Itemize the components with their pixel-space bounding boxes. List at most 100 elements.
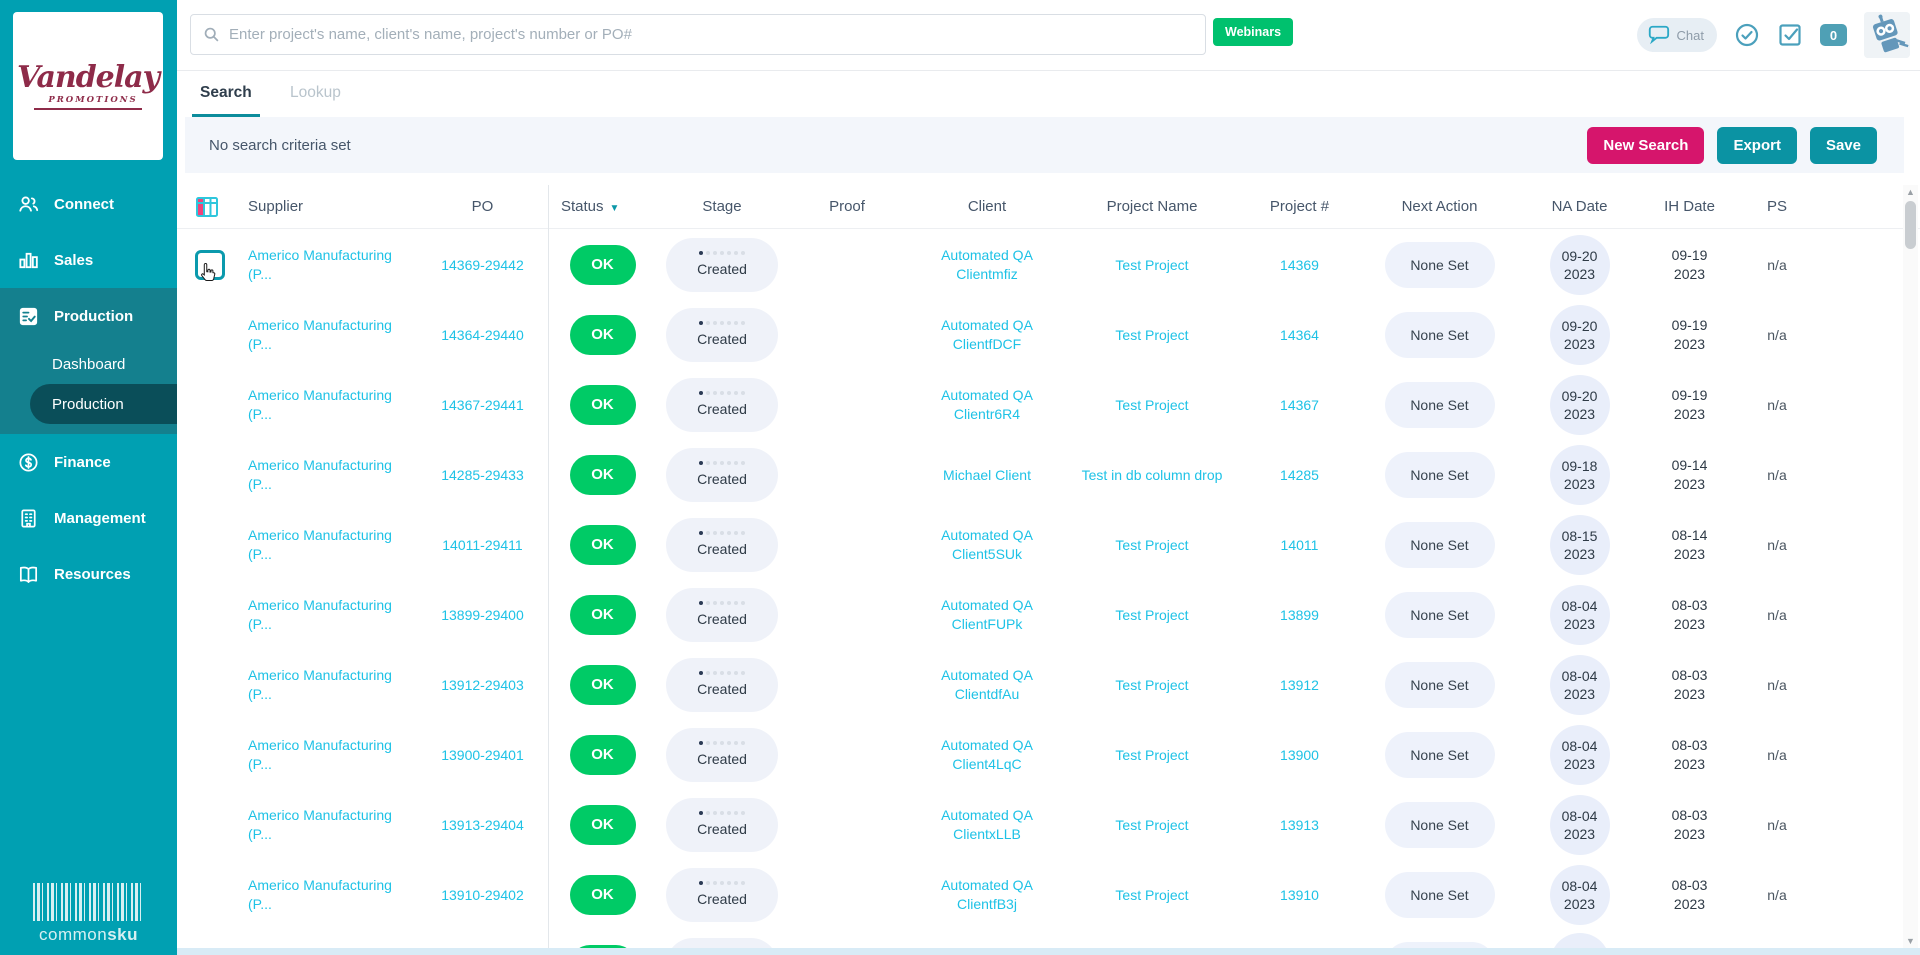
project-number-link[interactable]: 14367 [1280, 396, 1319, 415]
po-link[interactable]: 13899-29400 [441, 606, 524, 625]
client-link[interactable]: Automated QA ClientfB3j [912, 876, 1062, 914]
scroll-up-icon[interactable]: ▲ [1903, 187, 1918, 197]
table-row[interactable]: Americo Manufacturing (P... 13899-29400 … [177, 580, 1920, 650]
status-pill[interactable]: OK [570, 875, 636, 915]
sidebar-item-connect[interactable]: Connect [0, 176, 177, 232]
status-pill[interactable]: OK [570, 245, 636, 285]
header-proof[interactable]: Proof [787, 198, 907, 215]
project-number-link[interactable]: 13913 [1280, 816, 1319, 835]
header-next-action[interactable]: Next Action [1362, 198, 1517, 215]
column-picker[interactable] [177, 195, 242, 219]
po-link[interactable]: 14364-29440 [441, 326, 524, 345]
table-row[interactable]: Americo Manufacturing (P... OK Created A… [177, 930, 1920, 948]
project-number-link[interactable]: 13899 [1280, 606, 1319, 625]
task-check-icon[interactable] [1777, 22, 1803, 48]
project-name-link[interactable]: Test Project [1115, 606, 1188, 625]
next-action-pill[interactable]: None Set [1385, 242, 1495, 288]
new-search-button[interactable]: New Search [1587, 127, 1704, 164]
client-link[interactable]: Automated QA ClientxLLB [912, 806, 1062, 844]
project-name-link[interactable]: Test Project [1115, 746, 1188, 765]
project-name-link[interactable]: Test in db column drop [1082, 466, 1223, 485]
po-link[interactable]: 14367-29441 [441, 396, 524, 415]
supplier-link[interactable]: Americo Manufacturing (P... [248, 526, 408, 564]
scroll-down-icon[interactable]: ▼ [1903, 936, 1918, 946]
status-pill[interactable]: OK [570, 525, 636, 565]
stage-pill[interactable]: Created [666, 798, 778, 852]
header-stage[interactable]: Stage [657, 198, 787, 215]
webinars-button[interactable]: Webinars [1213, 18, 1293, 46]
stage-pill[interactable]: Created [666, 448, 778, 502]
next-action-pill[interactable]: None Set [1385, 592, 1495, 638]
project-name-link[interactable]: Test Project [1115, 816, 1188, 835]
supplier-link[interactable]: Americo Manufacturing (P... [248, 666, 408, 704]
header-ih-date[interactable]: IH Date [1642, 198, 1737, 215]
project-name-link[interactable]: Test Project [1115, 886, 1188, 905]
status-pill[interactable]: OK [570, 805, 636, 845]
stage-pill[interactable]: Created [666, 658, 778, 712]
status-pill[interactable]: OK [570, 385, 636, 425]
supplier-link[interactable]: Americo Manufacturing (P... [248, 246, 408, 284]
next-action-pill[interactable]: None Set [1385, 522, 1495, 568]
project-number-link[interactable]: 14369 [1280, 256, 1319, 275]
po-link[interactable]: 13913-29404 [441, 816, 524, 835]
supplier-link[interactable]: Americo Manufacturing (P... [248, 806, 408, 844]
next-action-pill[interactable]: None Set [1385, 732, 1495, 778]
client-link[interactable]: Michael Client [943, 466, 1031, 485]
stage-pill[interactable]: Created [666, 728, 778, 782]
tab-lookup[interactable]: Lookup [290, 84, 341, 102]
tenant-logo[interactable]: Vandelay PROMOTIONS [13, 12, 163, 160]
stage-pill[interactable]: Created [666, 868, 778, 922]
export-button[interactable]: Export [1717, 127, 1797, 164]
client-link[interactable]: Automated QA Clientr6R4 [912, 386, 1062, 424]
supplier-link[interactable]: Americo Manufacturing (P... [248, 316, 408, 354]
project-number-link[interactable]: 14285 [1280, 466, 1319, 485]
project-number-link[interactable]: 13910 [1280, 886, 1319, 905]
next-action-pill[interactable]: None Set [1385, 802, 1495, 848]
project-number-link[interactable]: 13900 [1280, 746, 1319, 765]
vertical-scrollbar-thumb[interactable] [1905, 201, 1916, 249]
project-number-link[interactable]: 14364 [1280, 326, 1319, 345]
po-link[interactable]: 13900-29401 [441, 746, 524, 765]
project-name-link[interactable]: Test Project [1115, 396, 1188, 415]
supplier-link[interactable]: Americo Manufacturing (P... [248, 596, 408, 634]
supplier-link[interactable]: Americo Manufacturing (P... [248, 386, 408, 424]
table-row[interactable]: Americo Manufacturing (P... 13912-29403 … [177, 650, 1920, 720]
status-pill[interactable]: OK [570, 315, 636, 355]
table-row[interactable]: Americo Manufacturing (P... 14285-29433 … [177, 440, 1920, 510]
stage-pill[interactable]: Created [666, 938, 778, 948]
header-project-number[interactable]: Project # [1237, 198, 1362, 215]
header-client[interactable]: Client [907, 198, 1067, 215]
supplier-link[interactable]: Americo Manufacturing (P... [248, 736, 408, 774]
project-number-link[interactable]: 13912 [1280, 676, 1319, 695]
project-name-link[interactable]: Test Project [1115, 536, 1188, 555]
vertical-scrollbar[interactable]: ▲ ▼ [1903, 185, 1918, 948]
next-action-pill[interactable]: None Set [1385, 382, 1495, 428]
notification-badge[interactable]: 0 [1820, 24, 1847, 46]
client-link[interactable]: Automated QA ClientfDCF [912, 316, 1062, 354]
status-pill[interactable]: OK [570, 595, 636, 635]
sidebar-item-production[interactable]: Production [0, 288, 177, 344]
table-row[interactable]: Americo Manufacturing (P... 14364-29440 … [177, 300, 1920, 370]
table-row[interactable]: Americo Manufacturing (P... 13900-29401 … [177, 720, 1920, 790]
po-link[interactable]: 14285-29433 [441, 466, 524, 485]
sidebar-subitem-production[interactable]: Production [30, 384, 177, 424]
table-row[interactable]: Americo Manufacturing (P... 13910-29402 … [177, 860, 1920, 930]
supplier-link[interactable]: Americo Manufacturing (P... [248, 456, 408, 494]
sidebar-item-sales[interactable]: Sales [0, 232, 177, 288]
stage-pill[interactable]: Created [666, 518, 778, 572]
header-po[interactable]: PO [417, 198, 548, 215]
next-action-pill[interactable]: None Set [1385, 312, 1495, 358]
avatar[interactable] [1864, 12, 1910, 58]
save-button[interactable]: Save [1810, 127, 1877, 164]
table-row[interactable]: Americo Manufacturing (P... 14369-29442 … [177, 230, 1920, 300]
sidebar-item-finance[interactable]: Finance [0, 434, 177, 490]
client-link[interactable]: Automated QA ClientdfAu [912, 666, 1062, 704]
next-action-pill[interactable]: None Set [1385, 452, 1495, 498]
po-link[interactable]: 14369-29442 [441, 256, 524, 275]
table-row[interactable]: Americo Manufacturing (P... 13913-29404 … [177, 790, 1920, 860]
stage-pill[interactable]: Created [666, 238, 778, 292]
header-project-name[interactable]: Project Name [1067, 198, 1237, 215]
client-link[interactable]: Automated QA Client4LqC [912, 736, 1062, 774]
header-ps[interactable]: PS [1737, 198, 1817, 215]
table-row[interactable]: Americo Manufacturing (P... 14011-29411 … [177, 510, 1920, 580]
